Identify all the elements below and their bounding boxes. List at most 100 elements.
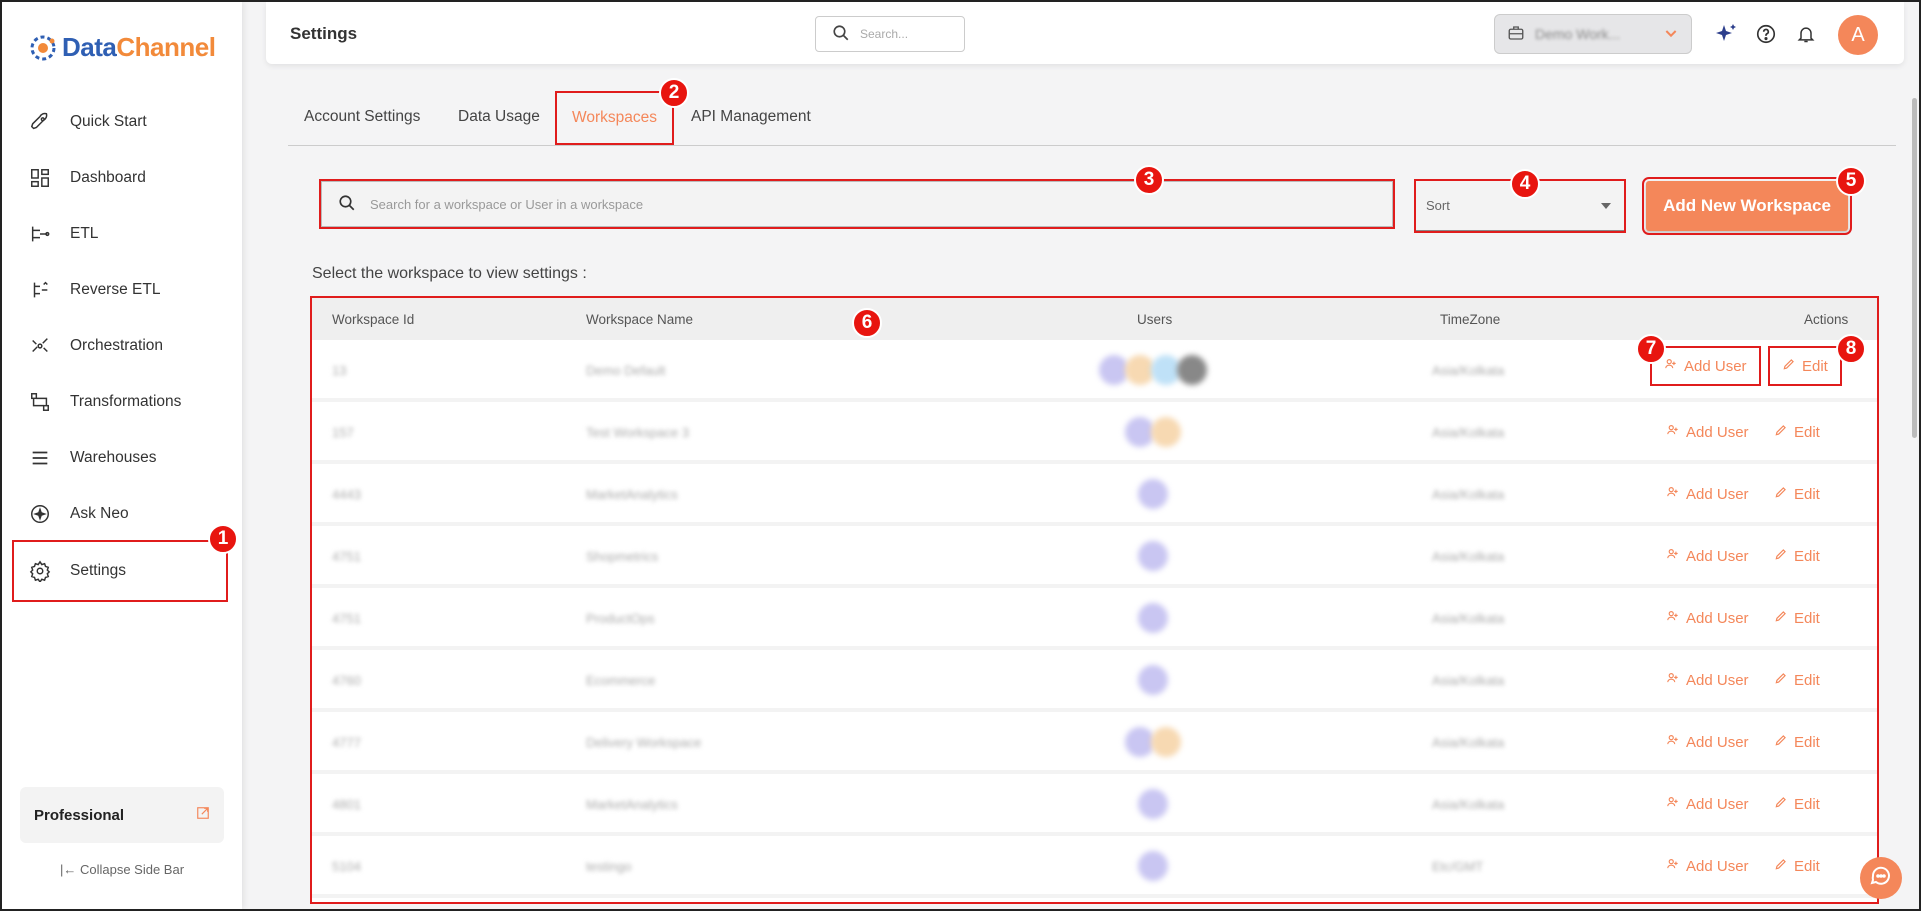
add-user-button[interactable]: Add User — [1666, 423, 1749, 441]
workspace-users[interactable] — [1099, 355, 1207, 385]
user-avatar[interactable] — [1151, 727, 1181, 757]
add-user-button[interactable]: Add User — [1666, 609, 1749, 627]
annotation-badge: 6 — [852, 308, 882, 338]
user-avatar[interactable] — [1138, 789, 1168, 819]
edit-button[interactable]: Edit — [1774, 857, 1820, 875]
edit-button[interactable]: Edit — [1774, 485, 1820, 503]
add-user-label: Add User — [1686, 485, 1749, 503]
external-link-icon[interactable] — [196, 806, 210, 824]
sidebar-item-etl[interactable]: ETL — [2, 206, 242, 262]
logo-mark-icon — [28, 33, 58, 63]
bell-icon[interactable] — [1794, 22, 1818, 46]
help-icon[interactable] — [1754, 22, 1778, 46]
tab-data-usage[interactable]: Data Usage — [458, 108, 540, 126]
table-row[interactable]: 4801 MarketAnalytics Asia/Kolkata Add User E… — [312, 774, 1877, 836]
workspace-users[interactable] — [1138, 603, 1168, 633]
workspace-id: 4751 — [332, 549, 361, 564]
sidebar-item-settings[interactable]: Settings — [12, 540, 228, 602]
user-avatar[interactable] — [1138, 541, 1168, 571]
sidebar-item-dashboard[interactable]: Dashboard — [2, 150, 242, 206]
table-row[interactable]: 4777 Delivery Workspace Asia/Kolkata Add Us… — [312, 712, 1877, 774]
sidebar-item-reverse-etl[interactable]: Reverse ETL — [2, 262, 242, 318]
add-user-button[interactable]: Add User — [1650, 346, 1761, 386]
add-user-button[interactable]: Add User — [1666, 671, 1749, 689]
user-avatar[interactable] — [1151, 417, 1181, 447]
add-user-icon — [1666, 671, 1680, 689]
ai-sparkle-icon[interactable] — [1714, 22, 1738, 46]
table-row[interactable]: 4443 MarketAnalytics Asia/Kolkata Add User E… — [312, 464, 1877, 526]
edit-button[interactable]: Edit — [1774, 547, 1820, 565]
workspace-name: MarketAnalytics — [586, 797, 678, 812]
add-new-workspace-button[interactable]: Add New Workspace — [1642, 177, 1852, 235]
workspace-search-input[interactable]: Search for a workspace or User in a work… — [319, 179, 1395, 229]
tab-api-management[interactable]: API Management — [691, 108, 811, 126]
add-user-label: Add User — [1684, 357, 1747, 375]
workspace-users[interactable] — [1138, 479, 1168, 509]
add-user-button[interactable]: Add User — [1666, 795, 1749, 813]
table-row[interactable]: 4751 Shopmetrics Asia/Kolkata Add User Edit — [312, 526, 1877, 588]
add-user-label: Add User — [1686, 609, 1749, 627]
column-header: Users — [1137, 312, 1173, 327]
sidebar-nav: Quick Start Dashboard ETL Reverse ETL Or… — [2, 94, 242, 602]
workspace-users[interactable] — [1125, 417, 1181, 447]
chat-support-button[interactable] — [1860, 857, 1902, 899]
workspace-selected-value: Demo Work... — [1535, 26, 1621, 42]
add-user-icon — [1666, 733, 1680, 751]
collapse-icon: |← — [59, 862, 80, 877]
user-avatar[interactable] — [1138, 603, 1168, 633]
workspace-users[interactable] — [1125, 727, 1181, 757]
edit-button[interactable]: Edit — [1774, 609, 1820, 627]
sidebar: DataChannel Quick Start Dashboard ETL Re… — [2, 2, 242, 909]
edit-button[interactable]: Edit — [1768, 346, 1842, 386]
workspace-timezone: Asia/Kolkata — [1432, 797, 1505, 812]
sidebar-item-warehouses[interactable]: Warehouses — [2, 430, 242, 486]
chevron-down-icon — [1663, 25, 1679, 44]
user-avatar[interactable] — [1138, 851, 1168, 881]
user-avatar[interactable] — [1177, 355, 1207, 385]
workspace-users[interactable] — [1138, 789, 1168, 819]
edit-button[interactable]: Edit — [1774, 671, 1820, 689]
add-user-button[interactable]: Add User — [1666, 547, 1749, 565]
pencil-icon — [1774, 485, 1788, 503]
orchestration-icon — [28, 334, 52, 358]
tab-account-settings[interactable]: Account Settings — [304, 108, 420, 126]
collapse-label: Collapse Side Bar — [79, 862, 185, 877]
edit-button[interactable]: Edit — [1774, 733, 1820, 751]
table-row[interactable]: 4760 Ecommerce Asia/Kolkata Add User Edit — [312, 650, 1877, 712]
workspace-users[interactable] — [1138, 665, 1168, 695]
workspace-selector[interactable]: Demo Work... — [1494, 14, 1692, 54]
table-row[interactable]: 5104 testingo Etc/GMT Add User Edit — [312, 836, 1877, 898]
edit-button[interactable]: Edit — [1774, 423, 1820, 441]
workspace-timezone: Asia/Kolkata — [1432, 425, 1505, 440]
sidebar-item-orchestration[interactable]: Orchestration — [2, 318, 242, 374]
sidebar-item-ask-neo[interactable]: Ask Neo — [2, 486, 242, 542]
brand-logo[interactable]: DataChannel — [28, 32, 216, 63]
sidebar-item-quick-start[interactable]: Quick Start — [2, 94, 242, 150]
annotation-badge: 7 — [1636, 334, 1666, 364]
table-header: Workspace Id Workspace Name Users TimeZo… — [312, 298, 1877, 340]
reverse-etl-icon — [28, 278, 52, 302]
tab-workspaces[interactable]: Workspaces — [555, 91, 674, 145]
collapse-sidebar-button[interactable]: |← Collapse Side Bar — [2, 862, 242, 877]
workspace-users[interactable] — [1138, 541, 1168, 571]
workspace-name: Test Workspace 3 — [586, 425, 690, 440]
workspace-id: 4751 — [332, 611, 361, 626]
add-user-button[interactable]: Add User — [1666, 733, 1749, 751]
global-search-input[interactable]: Search... — [815, 16, 965, 52]
table-row[interactable]: 4751 ProductOps Asia/Kolkata Add User Edit — [312, 588, 1877, 650]
page-scrollbar[interactable] — [1912, 98, 1917, 438]
user-avatar[interactable] — [1138, 479, 1168, 509]
workspace-timezone: Asia/Kolkata — [1432, 549, 1505, 564]
add-user-button[interactable]: Add User — [1666, 857, 1749, 875]
warehouses-icon — [28, 446, 52, 470]
add-user-button[interactable]: Add User — [1666, 485, 1749, 503]
sidebar-item-transformations[interactable]: Transformations — [2, 374, 242, 430]
pencil-icon — [1774, 733, 1788, 751]
workspace-users[interactable] — [1138, 851, 1168, 881]
edit-button[interactable]: Edit — [1774, 795, 1820, 813]
table-row[interactable]: 157 Test Workspace 3 Asia/Kolkata Add User E… — [312, 402, 1877, 464]
avatar[interactable]: A — [1838, 15, 1878, 55]
user-avatar[interactable] — [1138, 665, 1168, 695]
plan-card[interactable]: Professional — [20, 787, 224, 843]
edit-label: Edit — [1794, 423, 1820, 441]
